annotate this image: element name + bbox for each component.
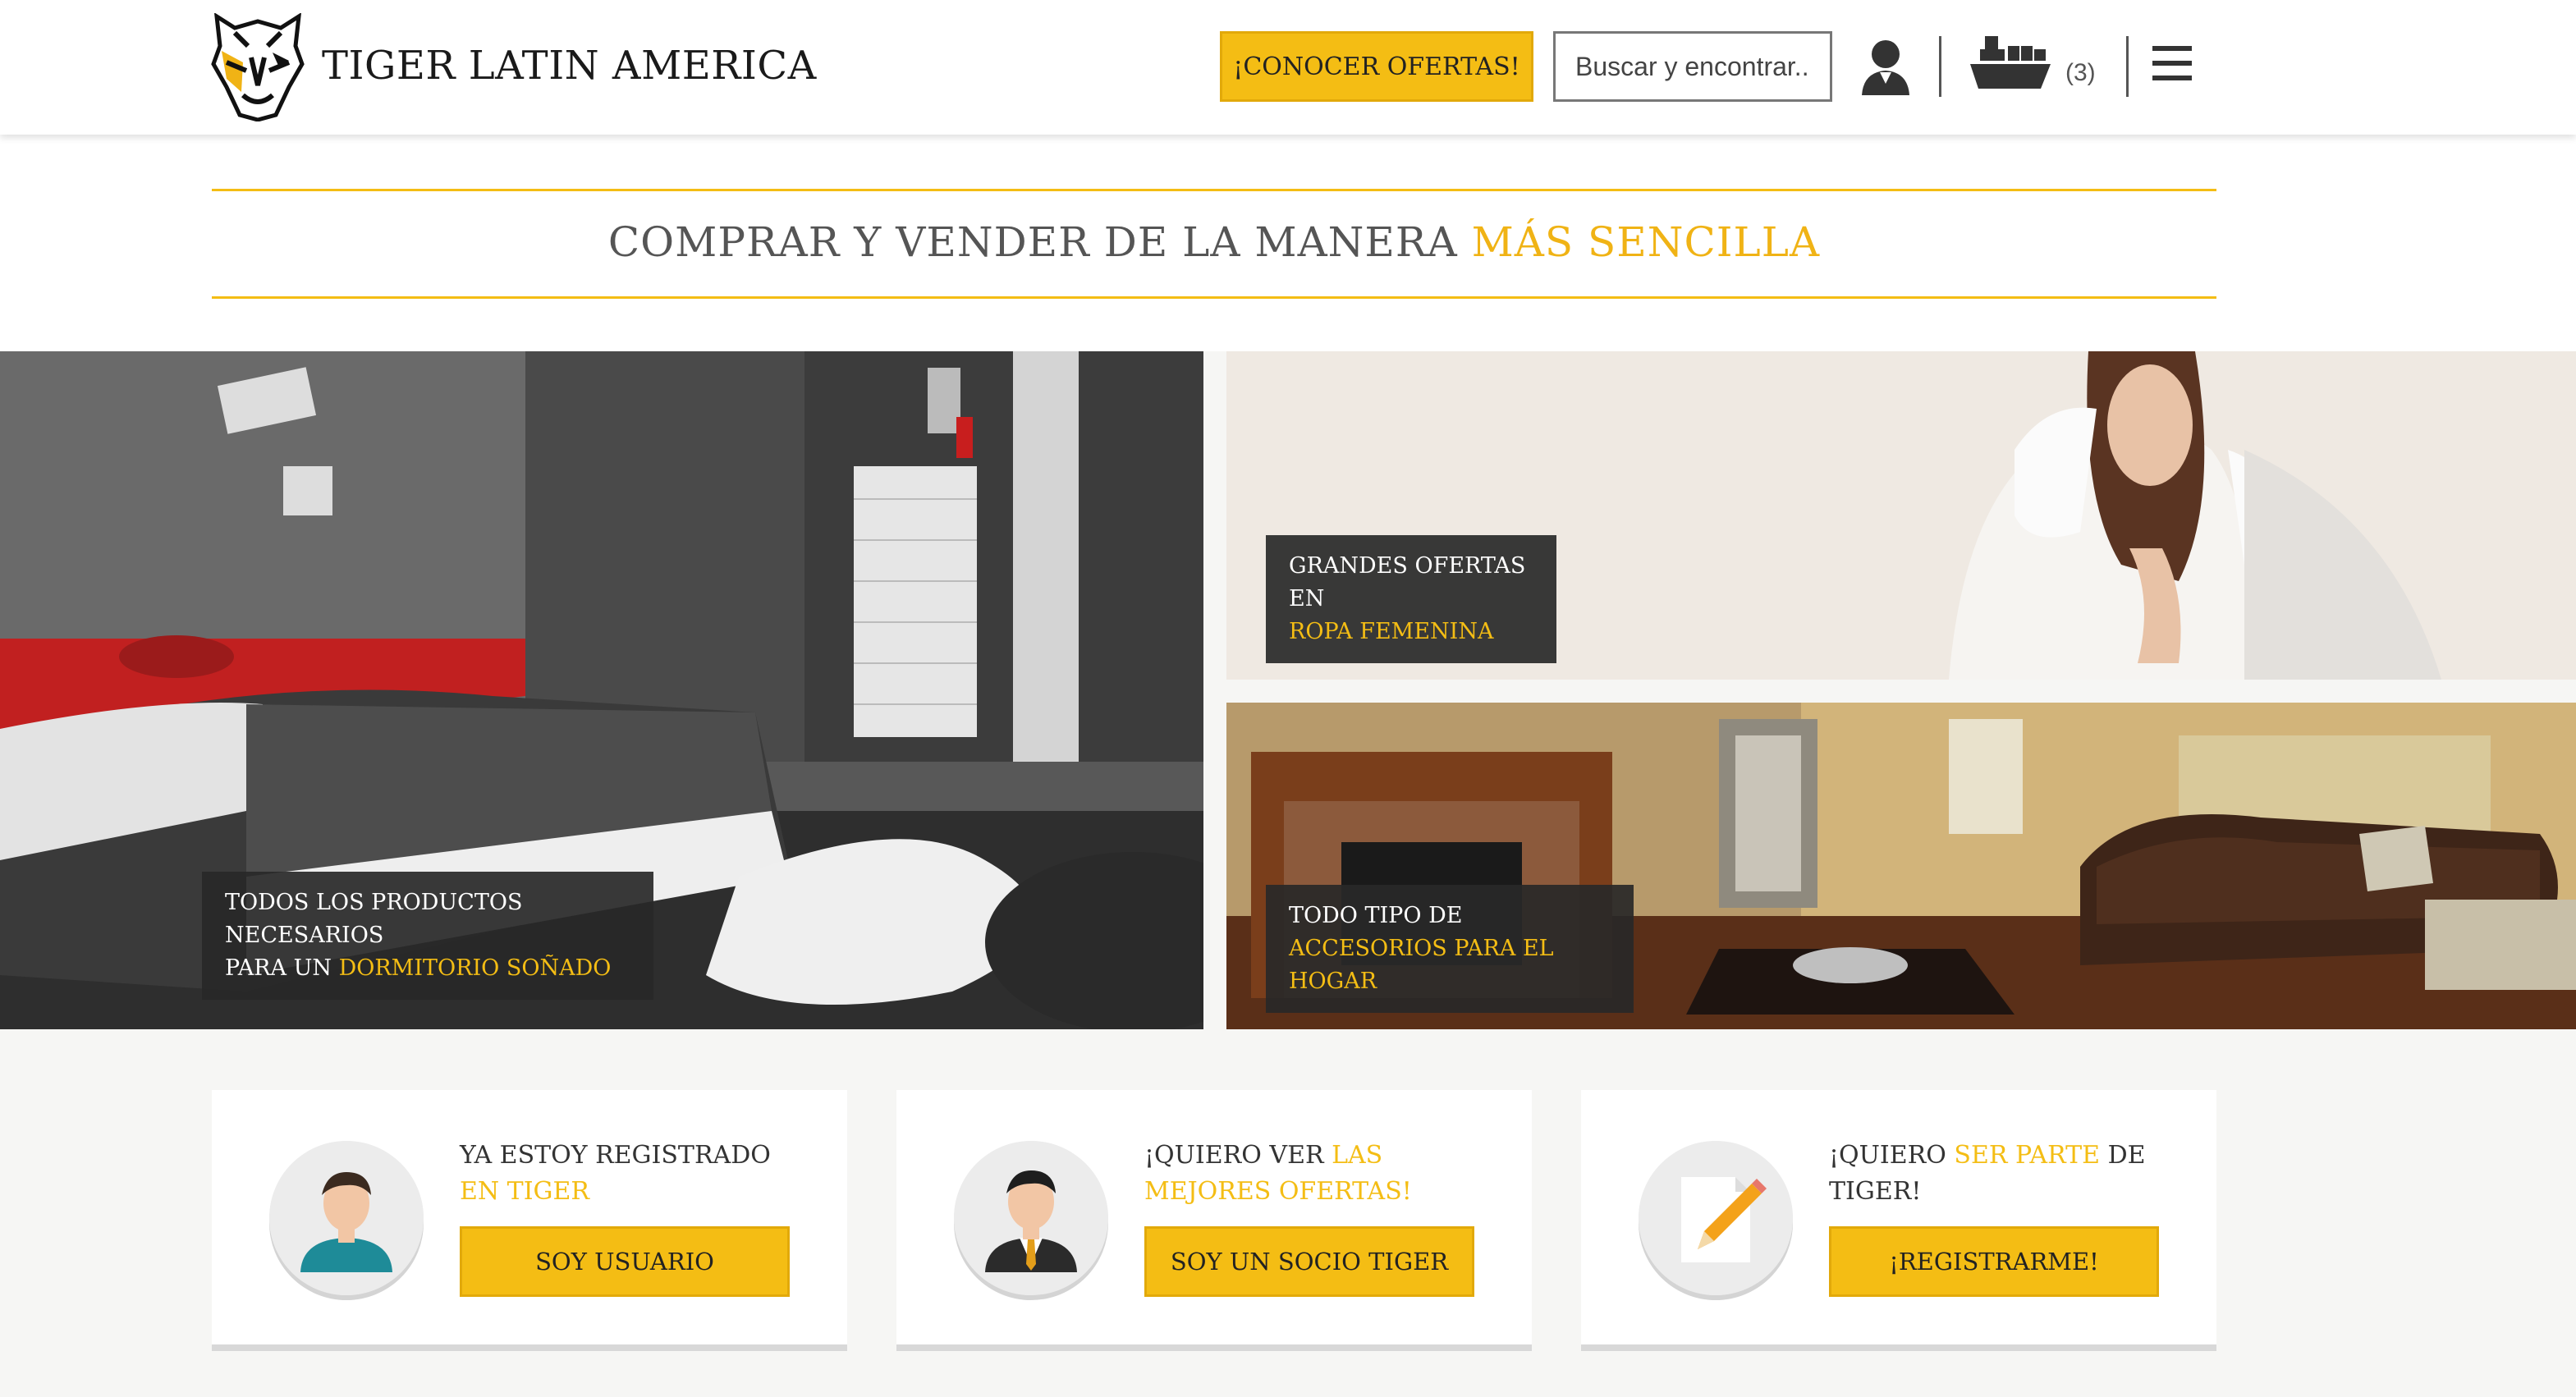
- card-text: ¡QUIERO SER PARTE DE TIGER!: [1829, 1141, 2146, 1206]
- cart-count[interactable]: (3): [2065, 59, 2096, 87]
- person-avatar-icon: [269, 1141, 424, 1295]
- cargo-ship-icon[interactable]: [1969, 31, 2052, 97]
- banner-label[interactable]: TODOS LOS PRODUCTOS NECESARIOS PARA UN D…: [202, 872, 653, 1000]
- site-header: TIGER LATIN AMERICA ¡CONOCER OFERTAS! (3…: [0, 0, 2576, 135]
- banner-label[interactable]: TODO TIPO DE ACCESORIOS PARA EL HOGAR: [1266, 885, 1634, 1013]
- document-pencil-icon: [1639, 1141, 1793, 1295]
- offers-button[interactable]: ¡CONOCER OFERTAS!: [1220, 31, 1533, 102]
- tagline-bottom-rule: [212, 296, 2216, 299]
- soy-socio-button[interactable]: SOY UN SOCIO TIGER: [1144, 1226, 1474, 1297]
- banner-label-line1: GRANDES OFERTAS EN: [1289, 553, 1526, 611]
- card-text: ¡QUIERO VER LAS MEJORES OFERTAS!: [1144, 1141, 1412, 1206]
- businessman-avatar-icon: [954, 1141, 1108, 1295]
- search-input[interactable]: [1553, 31, 1832, 102]
- header-divider: [1939, 36, 1941, 97]
- banner-label-line1: TODOS LOS PRODUCTOS NECESARIOS: [225, 890, 523, 948]
- header-divider: [2126, 36, 2129, 97]
- registrarme-button[interactable]: ¡REGISTRARME!: [1829, 1226, 2159, 1297]
- banner-label-line1: TODO TIPO DE: [1289, 903, 1463, 928]
- banner-bedroom[interactable]: TODOS LOS PRODUCTOS NECESARIOS PARA UN D…: [0, 351, 1203, 1029]
- partner-card: ¡QUIERO VER LAS MEJORES OFERTAS! SOY UN …: [896, 1090, 1532, 1351]
- brand-name[interactable]: TIGER LATIN AMERICA: [322, 43, 817, 89]
- tagline-text: COMPRAR Y VENDER DE LA MANERA: [607, 218, 1458, 266]
- card-text: YA ESTOY REGISTRADO EN TIGER: [460, 1141, 771, 1206]
- banner-label-line2: ROPA FEMENINA: [1289, 619, 1494, 644]
- user-icon[interactable]: [1859, 38, 1913, 95]
- register-card: ¡QUIERO SER PARTE DE TIGER! ¡REGISTRARME…: [1581, 1090, 2216, 1351]
- tagline-highlight: MÁS SENCILLA: [1471, 218, 1821, 266]
- banner-label-line2: ACCESORIOS PARA EL HOGAR: [1289, 936, 1554, 994]
- banner-label[interactable]: GRANDES OFERTAS EN ROPA FEMENINA: [1266, 535, 1556, 663]
- banner-women-clothing[interactable]: GRANDES OFERTAS EN ROPA FEMENINA: [1226, 351, 2576, 680]
- hamburger-menu-icon[interactable]: [2152, 46, 2192, 84]
- tiger-logo-icon[interactable]: [210, 13, 305, 121]
- tagline: COMPRAR Y VENDER DE LA MANERA MÁS SENCIL…: [212, 218, 2216, 266]
- soy-usuario-button[interactable]: SOY USUARIO: [460, 1226, 790, 1297]
- tagline-top-rule: [212, 189, 2216, 191]
- banner-label-line2: PARA UN DORMITORIO SOÑADO: [225, 955, 612, 981]
- banner-home-accessories[interactable]: TODO TIPO DE ACCESORIOS PARA EL HOGAR: [1226, 703, 2576, 1029]
- registered-user-card: YA ESTOY REGISTRADO EN TIGER SOY USUARIO: [212, 1090, 847, 1351]
